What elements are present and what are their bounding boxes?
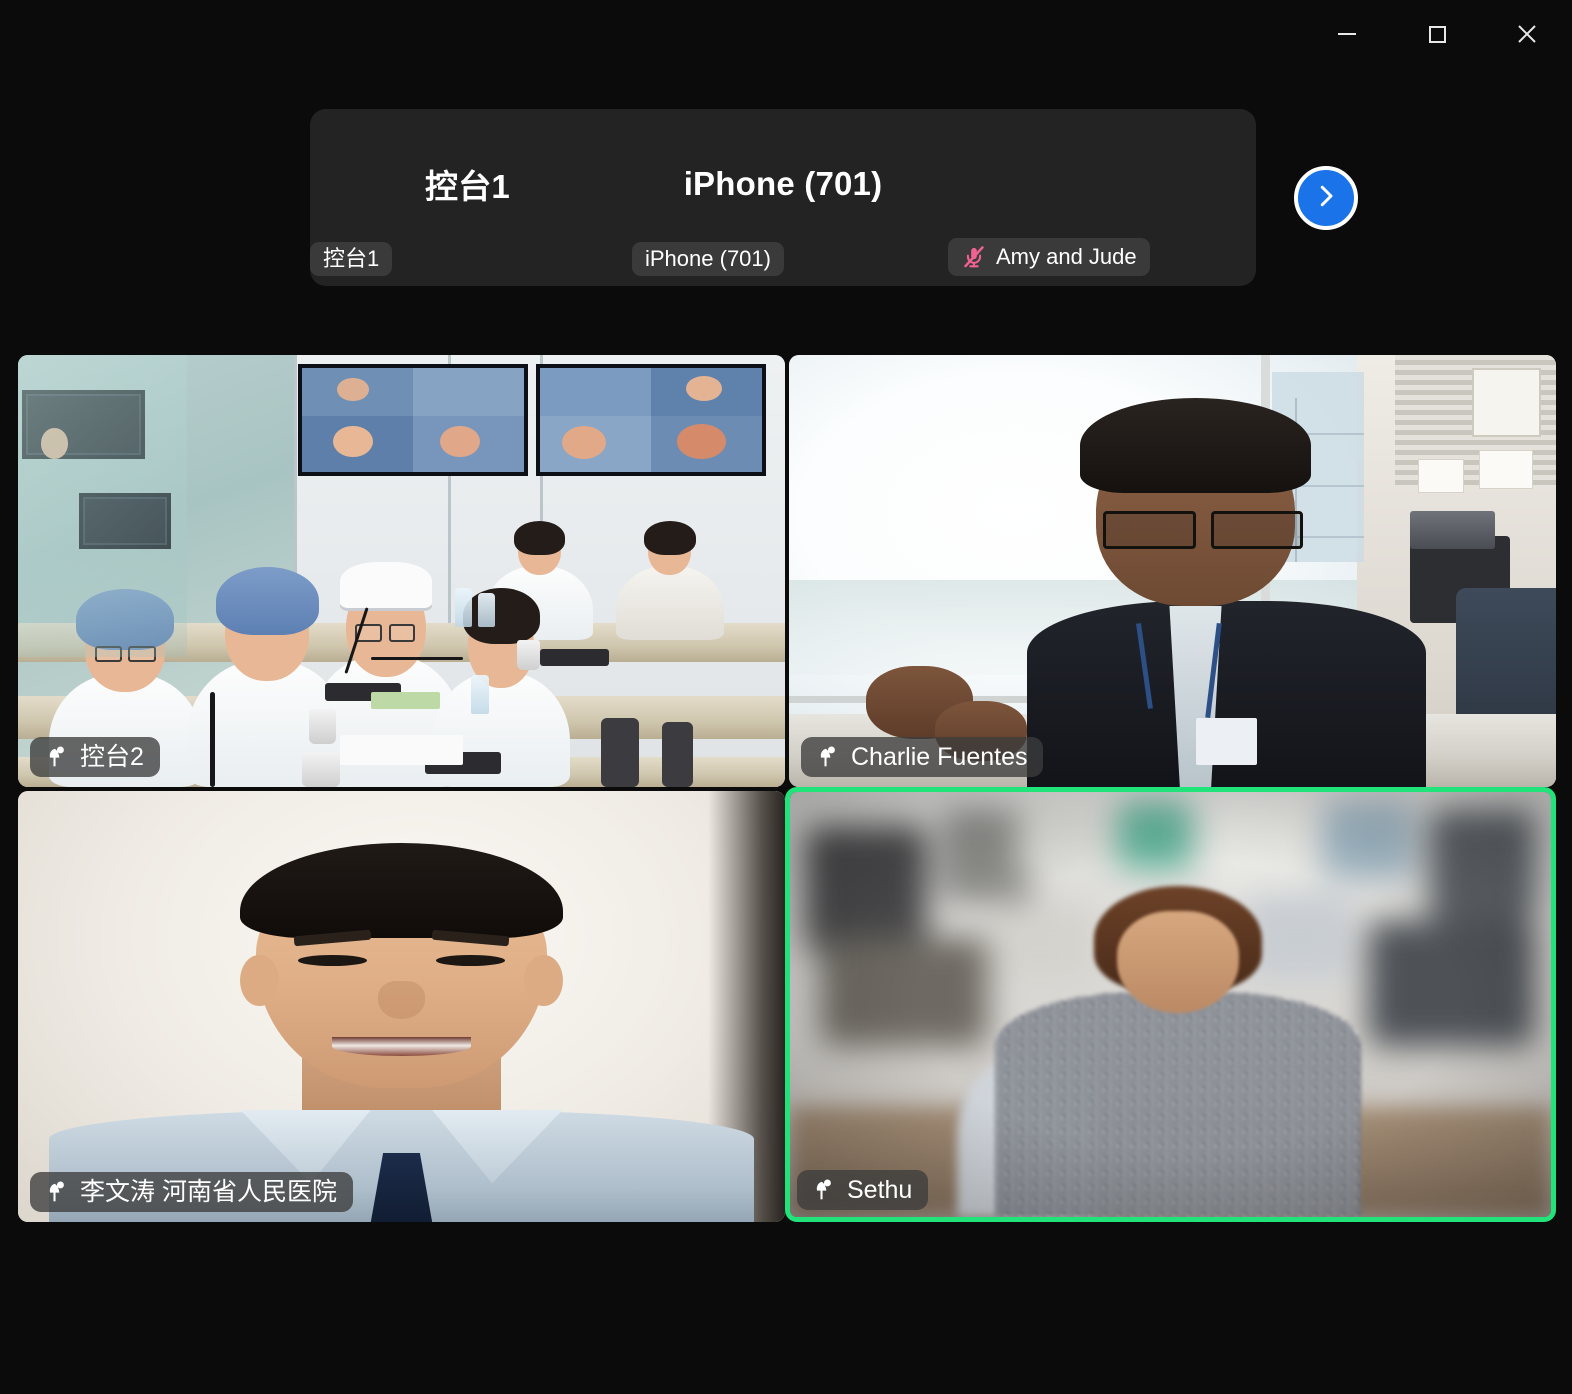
pin-icon bbox=[42, 1179, 68, 1205]
filmstrip-badge-1-label: iPhone (701) bbox=[645, 246, 771, 271]
name-badge-liwentao: 李文涛 河南省人民医院 bbox=[30, 1172, 353, 1212]
zoom-meeting-window: 控台1 iPhone (701) 控台1 iPhone (701) Amy an… bbox=[0, 0, 1572, 1394]
next-page-button[interactable] bbox=[1294, 166, 1358, 230]
minimize-button[interactable] bbox=[1302, 0, 1392, 68]
video-stream-liwentao bbox=[18, 791, 785, 1222]
video-tile-grid: 控台2 Charlie Fuentes 李文涛 河南省人民医院 Sethu bbox=[18, 355, 1556, 1222]
filmstrip-badge-1: iPhone (701) bbox=[632, 242, 784, 276]
video-tile-liwentao[interactable]: 李文涛 河南省人民医院 bbox=[18, 791, 785, 1222]
filmstrip-badge-0: 控台1 bbox=[310, 242, 393, 276]
name-badge-sethu: Sethu bbox=[797, 1170, 929, 1210]
filmstrip-tile-1-name: iPhone (701) bbox=[683, 164, 883, 202]
name-badge-sethu-label: Sethu bbox=[847, 1175, 913, 1204]
filmstrip-badge-2: Amy and Jude bbox=[948, 238, 1150, 276]
microphone-muted-icon bbox=[961, 244, 987, 270]
filmstrip-badge-0-label: 控台1 bbox=[323, 246, 380, 271]
pin-icon bbox=[42, 744, 68, 770]
video-stream-sethu bbox=[790, 792, 1551, 1217]
video-stream-charlie-fuentes bbox=[789, 355, 1556, 787]
maximize-icon bbox=[1422, 19, 1452, 49]
video-stream-kongtai2 bbox=[18, 355, 785, 787]
chevron-right-icon bbox=[1311, 181, 1341, 216]
maximize-button[interactable] bbox=[1392, 0, 1482, 68]
name-badge-charlie-fuentes: Charlie Fuentes bbox=[801, 737, 1044, 777]
video-tile-sethu[interactable]: Sethu bbox=[785, 787, 1556, 1222]
name-badge-kongtai2-label: 控台2 bbox=[80, 742, 144, 771]
filmstrip-tile-0-name: 控台1 bbox=[425, 167, 510, 205]
name-badge-liwentao-label: 李文涛 河南省人民医院 bbox=[80, 1177, 337, 1206]
name-badge-charlie-fuentes-label: Charlie Fuentes bbox=[851, 742, 1028, 771]
participant-filmstrip: 控台1 iPhone (701) 控台1 iPhone (701) Amy an… bbox=[310, 109, 1256, 286]
pin-icon bbox=[813, 744, 839, 770]
pin-icon bbox=[809, 1177, 835, 1203]
minimize-icon bbox=[1332, 19, 1362, 49]
filmstrip-badge-2-label: Amy and Jude bbox=[996, 244, 1137, 269]
video-tile-kongtai2[interactable]: 控台2 bbox=[18, 355, 785, 787]
title-bar bbox=[0, 0, 1572, 92]
close-button[interactable] bbox=[1482, 0, 1572, 68]
video-tile-charlie-fuentes[interactable]: Charlie Fuentes bbox=[789, 355, 1556, 787]
close-icon bbox=[1511, 18, 1543, 50]
name-badge-kongtai2: 控台2 bbox=[30, 737, 160, 777]
